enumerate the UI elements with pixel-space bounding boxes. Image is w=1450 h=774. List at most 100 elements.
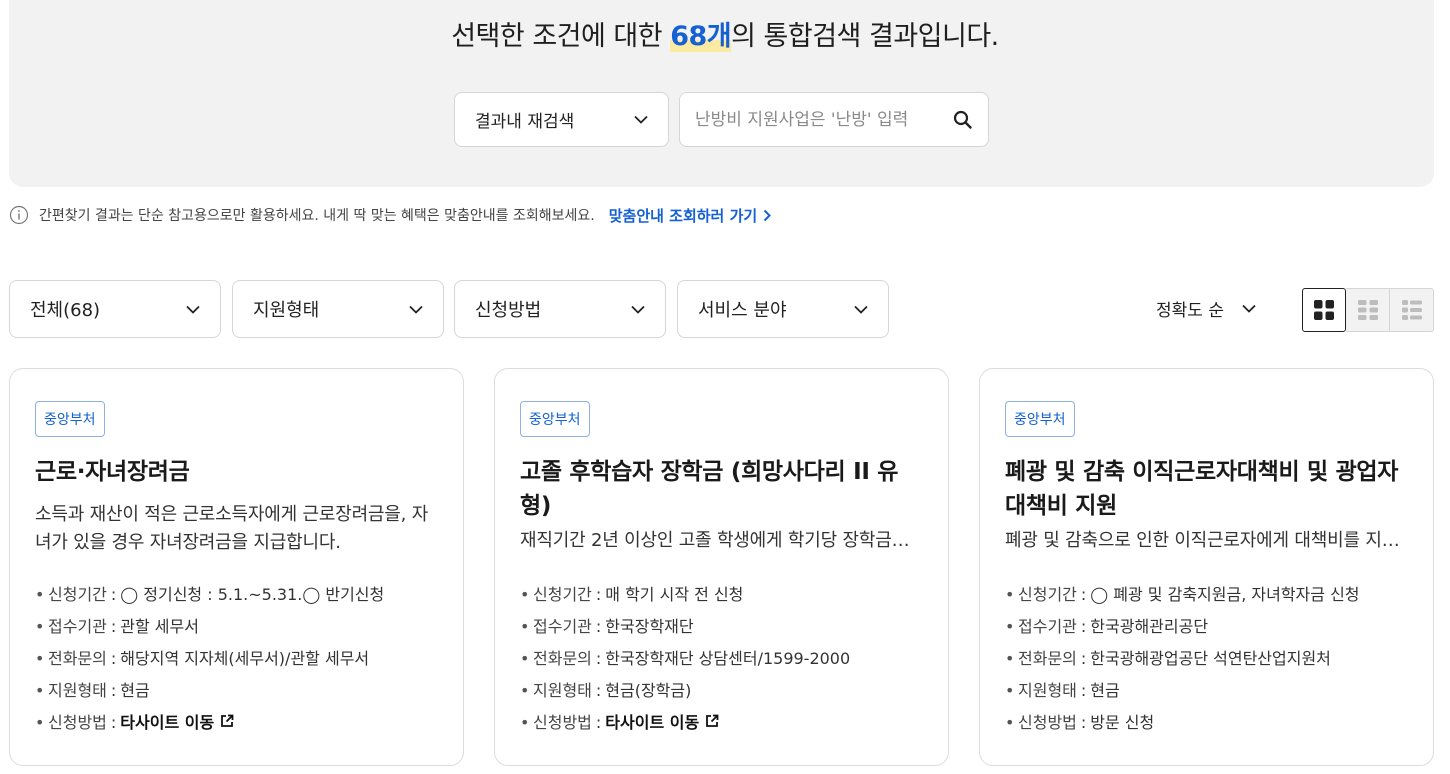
detail-value: 현금 (1090, 681, 1120, 700)
sort-select[interactable]: 정확도 순 (1156, 296, 1256, 321)
search-scope-label: 결과내 재검색 (475, 112, 575, 132)
detail-label: 신청기간 (48, 585, 107, 604)
detail-method: • 신청방법: 타사이트 이동 (520, 709, 926, 741)
search-button[interactable] (950, 108, 974, 132)
result-count: 68개 (670, 21, 732, 52)
detail-value: 한국장학재단 (605, 617, 694, 636)
custom-guide-link-label: 맞춤안내 조회하러 가기 (608, 206, 758, 225)
filter-support-type-label: 지원형태 (253, 300, 320, 321)
detail-phone: • 전화문의: 해당지역 지자체(세무서)/관할 세무서 (35, 645, 441, 677)
list-view-button[interactable] (1390, 288, 1434, 332)
filter-apply-method-label: 신청방법 (475, 300, 542, 321)
category-badge: 중앙부처 (35, 401, 105, 437)
external-link-icon (221, 714, 234, 727)
chevron-down-icon (186, 305, 200, 314)
compact-grid-icon (1357, 300, 1378, 320)
card-details: • 신청기간: 매 학기 시작 전 신청 • 접수기관: 한국장학재단 • 전화문의: 한국… (520, 581, 926, 741)
list-icon (1401, 300, 1422, 320)
detail-label: 지원형태 (1018, 681, 1077, 700)
detail-label: 지원형태 (48, 681, 107, 700)
detail-label: 신청방법 (1018, 713, 1077, 732)
detail-type: • 지원형태: 현금(장학금) (520, 677, 926, 709)
external-link-icon (706, 714, 719, 727)
notice-bar: 간편찾기 결과는 단순 참고용으로만 활용하세요. 내게 딱 맞는 혜택은 맞춤… (9, 204, 772, 226)
detail-period: • 신청기간: ◯ 폐광 및 감축지원금, 자녀학자금 신청 (1005, 581, 1411, 613)
detail-label: 전화문의 (48, 649, 107, 668)
sort-label: 정확도 순 (1156, 301, 1224, 321)
detail-period: • 신청기간: 매 학기 시작 전 신청 (520, 581, 926, 613)
detail-value: 한국광해관리공단 (1090, 617, 1209, 636)
detail-type: • 지원형태: 현금 (1005, 677, 1411, 709)
filter-apply-method[interactable]: 신청방법 (454, 280, 666, 338)
category-badge: 중앙부처 (1005, 401, 1075, 437)
result-title-prefix: 선택한 조건에 대한 (451, 21, 671, 52)
grid-icon (1314, 300, 1334, 320)
detail-type: • 지원형태: 현금 (35, 677, 441, 709)
chevron-down-icon (631, 305, 645, 314)
detail-value: ◯ 정기신청 : 5.1.~5.31.◯ 반기신청 (120, 585, 385, 604)
detail-label: 신청방법 (48, 713, 107, 732)
filter-service-field-label: 서비스 분야 (698, 300, 787, 321)
detail-value: 방문 신청 (1090, 713, 1155, 732)
filter-all[interactable]: 전체(68) (9, 280, 221, 338)
chevron-down-icon (854, 305, 868, 314)
detail-value: 관할 세무서 (120, 617, 199, 636)
result-title-suffix: 의 통합검색 결과입니다. (731, 21, 999, 52)
detail-label: 신청방법 (533, 713, 592, 732)
service-card[interactable]: 중앙부처 고졸 후학습자 장학금 (희망사다리 II 유형) 재직기간 2년 이… (494, 368, 949, 766)
external-site-label: 타사이트 이동 (605, 713, 700, 732)
detail-label: 신청기간 (533, 585, 592, 604)
detail-method: • 신청방법: 타사이트 이동 (35, 709, 441, 741)
detail-value: 한국장학재단 상담센터/1599-2000 (605, 649, 851, 668)
chevron-down-icon (1242, 304, 1256, 313)
detail-value: 해당지역 지자체(세무서)/관할 세무서 (120, 649, 370, 668)
custom-guide-link[interactable]: 맞춤안내 조회하러 가기 (608, 205, 772, 226)
search-icon (953, 110, 972, 129)
view-toggle (1302, 288, 1434, 332)
filter-all-label: 전체(68) (30, 300, 101, 321)
detail-label: 접수기관 (48, 617, 107, 636)
card-details: • 신청기간: ◯ 정기신청 : 5.1.~5.31.◯ 반기신청 • 접수기관: 관할… (35, 581, 441, 741)
service-card[interactable]: 중앙부처 근로·자녀장려금 소득과 재산이 적은 근로소득자에게 근로장려금을,… (9, 368, 464, 766)
detail-method: • 신청방법: 방문 신청 (1005, 709, 1411, 741)
external-site-label: 타사이트 이동 (120, 713, 215, 732)
detail-value: ◯ 폐광 및 감축지원금, 자녀학자금 신청 (1090, 585, 1360, 604)
detail-label: 접수기관 (533, 617, 592, 636)
card-title[interactable]: 고졸 후학습자 장학금 (희망사다리 II 유형) (520, 455, 923, 523)
card-description: 소득과 재산이 적은 근로소득자에게 근로장려금을, 자녀가 있을 경우 자녀장… (35, 504, 429, 553)
detail-agency: • 접수기관: 관할 세무서 (35, 613, 441, 645)
info-icon (9, 205, 29, 225)
service-card[interactable]: 중앙부처 폐광 및 감축 이직근로자대책비 및 광업자대책비 지원 폐광 및 감… (979, 368, 1434, 766)
external-site-link[interactable]: 타사이트 이동 (605, 709, 719, 733)
detail-phone: • 전화문의: 한국광해광업공단 석연탄산업지원처 (1005, 645, 1411, 677)
grid-view-button[interactable] (1302, 288, 1346, 332)
card-description: 폐광 및 감축으로 인한 이직근로자에게 대책비를 지원합니다. (1005, 530, 1408, 551)
detail-label: 지원형태 (533, 681, 592, 700)
chevron-down-icon (409, 305, 423, 314)
detail-agency: • 접수기관: 한국광해관리공단 (1005, 613, 1411, 645)
detail-value: 현금 (120, 681, 150, 700)
detail-label: 전화문의 (1018, 649, 1077, 668)
card-title[interactable]: 폐광 및 감축 이직근로자대책비 및 광업자대책비 지원 (1005, 455, 1408, 523)
detail-value: 현금(장학금) (605, 681, 692, 700)
detail-value: 한국광해광업공단 석연탄산업지원처 (1090, 649, 1331, 668)
card-title[interactable]: 근로·자녀장려금 (35, 455, 438, 489)
card-details: • 신청기간: ◯ 폐광 및 감축지원금, 자녀학자금 신청 • 접수기관: 한국광해관… (1005, 581, 1411, 741)
compact-grid-view-button[interactable] (1346, 288, 1390, 332)
card-description: 재직기간 2년 이상인 고졸 학생에게 학기당 장학금을 지원합니다. (520, 530, 923, 551)
search-scope-select[interactable]: 결과내 재검색 (454, 92, 669, 147)
chevron-right-icon (763, 209, 772, 221)
category-badge: 중앙부처 (520, 401, 590, 437)
detail-phone: • 전화문의: 한국장학재단 상담센터/1599-2000 (520, 645, 926, 677)
detail-label: 전화문의 (533, 649, 592, 668)
chevron-down-icon (634, 115, 648, 124)
search-input[interactable] (695, 109, 945, 130)
search-box (679, 92, 989, 147)
detail-agency: • 접수기관: 한국장학재단 (520, 613, 926, 645)
notice-text: 간편찾기 결과는 단순 참고용으로만 활용하세요. 내게 딱 맞는 혜택은 맞춤… (39, 208, 595, 224)
filter-service-field[interactable]: 서비스 분야 (677, 280, 889, 338)
detail-label: 접수기관 (1018, 617, 1077, 636)
detail-label: 신청기간 (1018, 585, 1077, 604)
external-site-link[interactable]: 타사이트 이동 (120, 709, 234, 733)
filter-support-type[interactable]: 지원형태 (232, 280, 444, 338)
